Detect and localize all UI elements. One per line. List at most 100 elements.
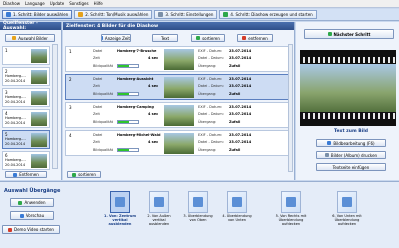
slide-row[interactable]: 1 Datei Homberg-7-Brusche Zeit 4 sec Bil… xyxy=(65,46,293,72)
slide-image xyxy=(164,77,194,98)
menu-diashow[interactable]: Diashow xyxy=(3,1,20,6)
transition-option[interactable]: 3. Überblendung von Oben xyxy=(181,191,215,231)
item-date: 20.04.2014 xyxy=(5,163,26,167)
item-date: 20.04.2014 xyxy=(5,142,26,146)
transition-value: Zufall xyxy=(229,148,241,152)
target-panel: Zielfenster: 4 Bilder für die Diashow An… xyxy=(63,22,295,180)
music-icon xyxy=(78,12,84,17)
list-item[interactable]: 5 Homberg-... 20.04.2014 xyxy=(2,130,50,149)
transition-option[interactable]: 6. Von Unten mit Überblendung aufdecken xyxy=(330,191,364,231)
time-label: Zeit xyxy=(93,140,100,144)
folder-icon xyxy=(12,36,17,40)
sort-bottom-button[interactable]: sortieren xyxy=(67,171,101,178)
row-index: 1 xyxy=(69,49,72,54)
quality-bar xyxy=(117,92,139,96)
time-label: Zeit xyxy=(93,112,100,116)
transition-option[interactable]: 4. Überblendung von Unten xyxy=(220,191,254,231)
check-icon xyxy=(18,200,23,205)
demo-video-label: Demo Video starten xyxy=(14,227,54,232)
list-item[interactable]: 6 Homberg-... 20.04.2014 xyxy=(2,151,50,170)
slide-row[interactable]: 2 Datei Homberg-Aussicht Zeit 4 sec Bild… xyxy=(65,74,293,100)
transition-icon xyxy=(281,191,301,213)
time-value: 4 sec xyxy=(148,56,159,60)
quality-label: Bildqualität xyxy=(93,64,113,68)
thumbnail-image xyxy=(31,133,47,147)
transition-option[interactable]: 2. Von Außen vertikal ausblenden xyxy=(142,191,176,231)
source-scrollbar[interactable] xyxy=(52,44,58,169)
thumbnail-image xyxy=(31,70,47,84)
print-album-button[interactable]: Bilder (Album) drucken xyxy=(316,151,386,159)
next-step-label: Nächster Schritt xyxy=(333,31,371,37)
preview-button[interactable]: Vorschau xyxy=(10,211,54,220)
sort-icon xyxy=(72,172,77,177)
list-item[interactable]: 1 xyxy=(2,46,50,65)
text-button[interactable]: Text xyxy=(152,34,178,42)
item-date: 20.04.2014 xyxy=(5,100,26,104)
select-images-button[interactable]: Auswahl Bilder xyxy=(5,34,55,42)
quality-label: Bildqualität xyxy=(93,148,113,152)
remove-button[interactable]: Entfernen xyxy=(5,171,47,178)
list-item[interactable]: 4 Homberg-... 20.04.2014 xyxy=(2,109,50,128)
sort-button[interactable]: sortieren xyxy=(191,34,225,42)
transition-label: 6. Von Unten mit Überblendung aufdecken xyxy=(332,214,362,226)
step-bar: 1. Schritt: Bilder auswählen 2. Schritt:… xyxy=(0,9,399,21)
slide-row[interactable]: 4 Datei Homberg-Michel-Wald Zeit 4 sec B… xyxy=(65,130,293,156)
image-edit-label: Bildbearbeitung (F6) xyxy=(333,140,375,146)
file-label: Datei xyxy=(93,49,103,53)
time-value: 4 sec xyxy=(148,140,159,144)
display-time-button[interactable]: Anzeige Zeit xyxy=(101,34,131,42)
file-name: Homberg-Aussicht xyxy=(117,77,154,81)
quality-fill xyxy=(118,93,129,95)
quality-label: Bildqualität xyxy=(93,92,113,96)
insert-text-page-button[interactable]: Textseite einfügen xyxy=(316,163,386,171)
apply-button[interactable]: Anwenden xyxy=(10,198,54,207)
filmstrip-top xyxy=(300,57,396,63)
exif-date: 23.07.2014 xyxy=(229,133,252,137)
thumbnail-image xyxy=(31,154,47,168)
menu-language[interactable]: Language xyxy=(25,1,45,6)
transition-label: 1. Von: Zentrum vertikal ausblenden xyxy=(104,214,136,226)
item-name: Homberg-... xyxy=(5,116,26,120)
file-date: 23.07.2014 xyxy=(229,56,252,60)
quality-fill xyxy=(118,149,129,151)
transition-icon xyxy=(188,191,208,213)
quality-fill xyxy=(118,121,129,123)
file-label: Datei xyxy=(93,133,103,137)
remove-icon xyxy=(13,172,18,177)
step-1-tab[interactable]: 1. Schritt: Bilder auswählen xyxy=(2,10,73,19)
next-step-button[interactable]: Nächster Schritt xyxy=(304,29,394,39)
demo-video-button[interactable]: Demo Video starten xyxy=(2,225,60,234)
transition-icon xyxy=(337,191,357,213)
delete-button[interactable]: entfernen xyxy=(237,34,273,42)
transition-option[interactable]: 1. Von: Zentrum vertikal ausblenden xyxy=(103,191,137,231)
sort-label: sortieren xyxy=(202,35,220,41)
list-item[interactable]: 3 Homberg-... 20.04.2014 xyxy=(2,88,50,107)
edit-icon xyxy=(327,141,332,145)
settings-icon xyxy=(158,12,164,17)
arrow-right-icon xyxy=(327,32,332,36)
display-time-label: Anzeige Zeit xyxy=(104,35,130,41)
menu-bar: Diashow Language Update Sonstiges Hilfe xyxy=(0,0,399,8)
transition-option[interactable]: 5. Von Rechts mit Überblendung aufdecken xyxy=(274,191,308,231)
item-name: Homberg-... xyxy=(5,95,26,99)
step-4-tab[interactable]: 4. Schritt: Diashow erzeugen und starten xyxy=(219,10,317,19)
row-index: 4 xyxy=(69,133,72,138)
menu-sonstiges[interactable]: Sonstiges xyxy=(69,1,88,6)
target-scrollbar[interactable] xyxy=(288,44,293,172)
time-label: Zeit xyxy=(93,56,100,60)
transition-label: 2. Von Außen vertikal ausblenden xyxy=(147,214,171,226)
step-2-tab[interactable]: 2. Schritt: Ton/Musik auswählen xyxy=(74,10,153,19)
row-index: 3 xyxy=(69,105,72,110)
select-images-label: Auswahl Bilder xyxy=(18,35,48,41)
step-3-tab[interactable]: 3. Schritt: Einstellungen xyxy=(154,10,218,19)
menu-hilfe[interactable]: Hilfe xyxy=(94,1,103,6)
transition-title: Auswahl Übergänge xyxy=(4,188,61,194)
exif-label: EXIF - Datum: xyxy=(198,49,223,53)
slide-row[interactable]: 3 Datei Homberg-Camping Zeit 4 sec Bildq… xyxy=(65,102,293,128)
menu-update[interactable]: Update xyxy=(50,1,65,6)
file-date: 23.07.2014 xyxy=(229,140,252,144)
quality-bar xyxy=(117,120,139,124)
video-icon xyxy=(8,227,13,232)
image-edit-button[interactable]: Bildbearbeitung (F6) xyxy=(316,139,386,147)
list-item[interactable]: 2 Homberg-... 20.04.2014 xyxy=(2,67,50,86)
